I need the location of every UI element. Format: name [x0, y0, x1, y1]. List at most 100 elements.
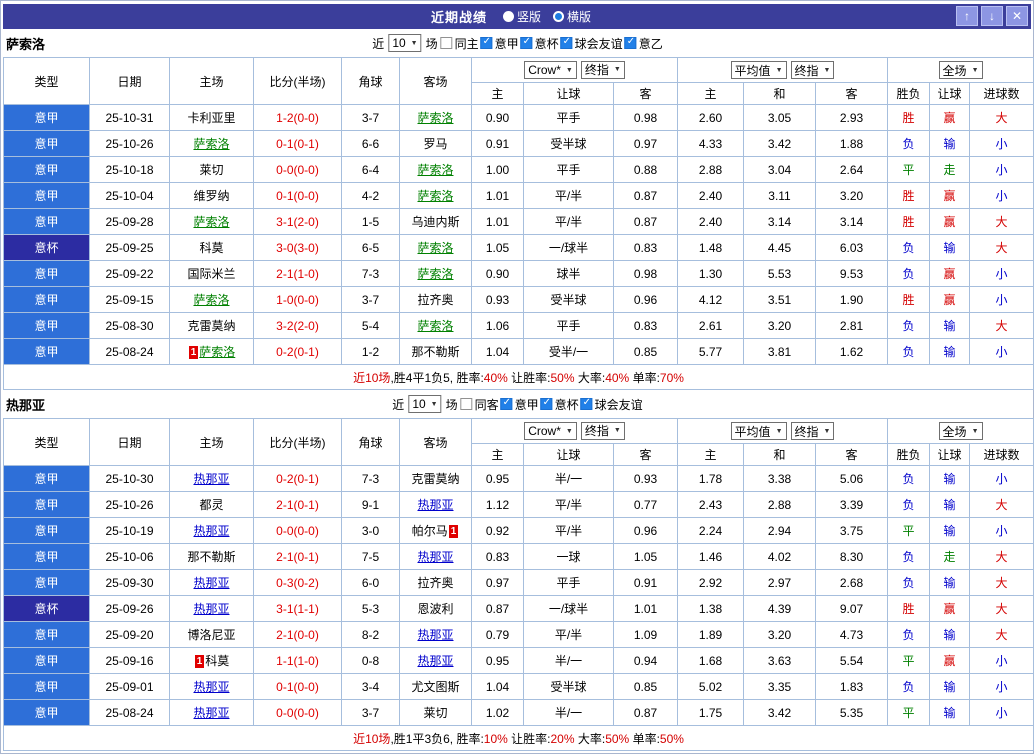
team-text[interactable]: 热那亚 — [417, 654, 453, 668]
final-index-select[interactable]: 终指 ▼ — [580, 60, 625, 79]
result-outcome: 负 — [887, 569, 931, 596]
league-badge: 意甲 — [3, 647, 90, 674]
match-score[interactable]: 2-1(0-0) — [253, 621, 342, 648]
match-score[interactable]: 3-1(1-1) — [253, 595, 342, 622]
filter-checkbox[interactable]: 球会友谊 — [580, 396, 643, 413]
match-score[interactable]: 0-2(0-1) — [253, 465, 342, 492]
away-team: 恩波利 — [399, 595, 472, 622]
team-text[interactable]: 萨索洛 — [199, 345, 235, 359]
match-score[interactable]: 0-0(0-0) — [253, 699, 342, 726]
match-score[interactable]: 0-0(0-0) — [253, 156, 342, 183]
team-text[interactable]: 萨索洛 — [417, 189, 453, 203]
recent-count-select[interactable]: 10 ▼ — [388, 34, 422, 52]
summary-row: 近10场,胜4平1负5, 胜率:40% 让胜率:50% 大率:40% 单率:70… — [2, 364, 1034, 390]
team-text[interactable]: 萨索洛 — [193, 293, 229, 307]
filter-checkbox[interactable]: 意甲 — [480, 35, 519, 52]
result-handicap: 赢 — [929, 260, 971, 287]
filter-checkbox[interactable]: 意杯 — [520, 35, 559, 52]
result-outcome: 胜 — [887, 595, 931, 622]
match-score[interactable]: 3-1(2-0) — [253, 208, 342, 235]
match-score[interactable]: 0-1(0-0) — [253, 182, 342, 209]
move-up-button[interactable]: ↑ — [956, 6, 978, 26]
team-text[interactable]: 热那亚 — [193, 576, 229, 590]
team-text[interactable]: 热那亚 — [417, 628, 453, 642]
filter-checkbox[interactable]: 意乙 — [624, 35, 663, 52]
match-row: 意甲 25-09-30 热那亚 0-3(0-2) 6-0 拉齐奥 0.97 平手 0.91 2.9… — [3, 569, 1034, 596]
team-text: 科莫 — [199, 241, 224, 255]
match-score[interactable]: 1-2(0-0) — [253, 104, 342, 131]
filter-checkbox[interactable]: 球会友谊 — [560, 35, 623, 52]
average-select[interactable]: 平均值 ▼ — [730, 422, 787, 440]
result-goals: 大 — [969, 104, 1034, 131]
layout-option[interactable]: 竖版 — [502, 8, 541, 25]
match-score[interactable]: 2-1(1-0) — [253, 260, 342, 287]
match-score[interactable]: 3-2(2-0) — [253, 312, 342, 339]
match-row: 意甲 25-08-30 克雷莫纳 3-2(2-0) 5-4 萨索洛 1.06 平手 0.83 2.… — [3, 312, 1034, 339]
recent-suffix-label: 场 — [425, 36, 438, 51]
home-team: 科莫 — [169, 234, 254, 261]
match-score[interactable]: 1-0(0-0) — [253, 286, 342, 313]
team-text[interactable]: 热那亚 — [193, 524, 229, 538]
summary-segment: 40% — [483, 370, 508, 385]
match-date: 25-09-20 — [89, 621, 170, 648]
recent-prefix-label: 近 — [372, 36, 385, 51]
asian-handicap: 受半球 — [523, 673, 614, 700]
team-text[interactable]: 热那亚 — [193, 706, 229, 720]
match-score[interactable]: 1-1(1-0) — [253, 647, 342, 674]
close-button[interactable]: ✕ — [1006, 6, 1028, 26]
team-text[interactable]: 热那亚 — [417, 498, 453, 512]
team-text[interactable]: 热那亚 — [417, 550, 453, 564]
final-index-select[interactable]: 终指 ▼ — [580, 421, 625, 440]
team-text[interactable]: 萨索洛 — [417, 163, 453, 177]
filter-checkbox[interactable]: 同客 — [460, 396, 499, 413]
away-team: 热那亚 — [399, 647, 472, 674]
match-score[interactable]: 0-2(0-1) — [253, 338, 342, 365]
match-score[interactable]: 0-0(0-0) — [253, 517, 342, 544]
league-badge: 意甲 — [3, 260, 90, 287]
result-goals: 小 — [969, 260, 1034, 287]
col-score: 比分(半场) — [253, 57, 342, 105]
result-goals: 小 — [969, 673, 1034, 700]
match-score[interactable]: 0-1(0-0) — [253, 673, 342, 700]
team-text[interactable]: 萨索洛 — [193, 215, 229, 229]
team-text[interactable]: 萨索洛 — [417, 111, 453, 125]
team-text[interactable]: 热那亚 — [193, 472, 229, 486]
avg-group-cell: 平均值 ▼ 终指 ▼ — [676, 418, 889, 444]
layout-option[interactable]: 横版 — [553, 8, 591, 25]
filter-checkbox[interactable]: 意杯 — [540, 396, 579, 413]
move-down-button[interactable]: ↓ — [981, 6, 1003, 26]
match-score[interactable]: 0-3(0-2) — [253, 569, 342, 596]
match-row: 意甲 25-09-22 国际米兰 2-1(1-0) 7-3 萨索洛 0.90 球半 0.98 1.… — [3, 260, 1034, 287]
corner-count: 3-7 — [341, 286, 400, 313]
match-score[interactable]: 2-1(0-1) — [253, 543, 342, 570]
chevron-down-icon: ▼ — [613, 66, 621, 74]
away-team: 帕尔马 1 — [399, 517, 472, 544]
team-text[interactable]: 萨索洛 — [417, 319, 453, 333]
team-text[interactable]: 萨索洛 — [193, 137, 229, 151]
match-score[interactable]: 3-0(3-0) — [253, 234, 342, 261]
filter-checkbox[interactable]: 意甲 — [500, 396, 539, 413]
match-score[interactable]: 2-1(0-1) — [253, 491, 342, 518]
team-text[interactable]: 萨索洛 — [417, 267, 453, 281]
team-text[interactable]: 热那亚 — [193, 602, 229, 616]
final-index-select[interactable]: 终指 ▼ — [790, 422, 835, 440]
euro-away-odds: 3.39 — [814, 491, 889, 518]
team-text[interactable]: 热那亚 — [193, 680, 229, 694]
match-date: 25-10-18 — [89, 156, 170, 183]
fulltime-select[interactable]: 全场 ▼ — [938, 422, 983, 440]
filter-checkbox[interactable]: 同主 — [440, 35, 479, 52]
asian-home-odds: 1.12 — [471, 491, 524, 518]
bookmaker-select[interactable]: Crow* ▼ — [524, 422, 577, 441]
checkbox-icon — [520, 36, 533, 49]
recent-count-select[interactable]: 10 ▼ — [408, 395, 442, 413]
result-outcome: 胜 — [887, 182, 931, 209]
summary-segment: 让胜率: — [507, 370, 551, 385]
team-text[interactable]: 萨索洛 — [417, 241, 453, 255]
average-select[interactable]: 平均值 ▼ — [730, 61, 787, 79]
euro-draw-odds: 3.04 — [743, 156, 816, 183]
result-goals: 小 — [969, 286, 1034, 313]
bookmaker-select[interactable]: Crow* ▼ — [524, 61, 577, 80]
final-index-select[interactable]: 终指 ▼ — [790, 61, 835, 79]
fulltime-select[interactable]: 全场 ▼ — [938, 61, 983, 79]
match-score[interactable]: 0-1(0-1) — [253, 130, 342, 157]
